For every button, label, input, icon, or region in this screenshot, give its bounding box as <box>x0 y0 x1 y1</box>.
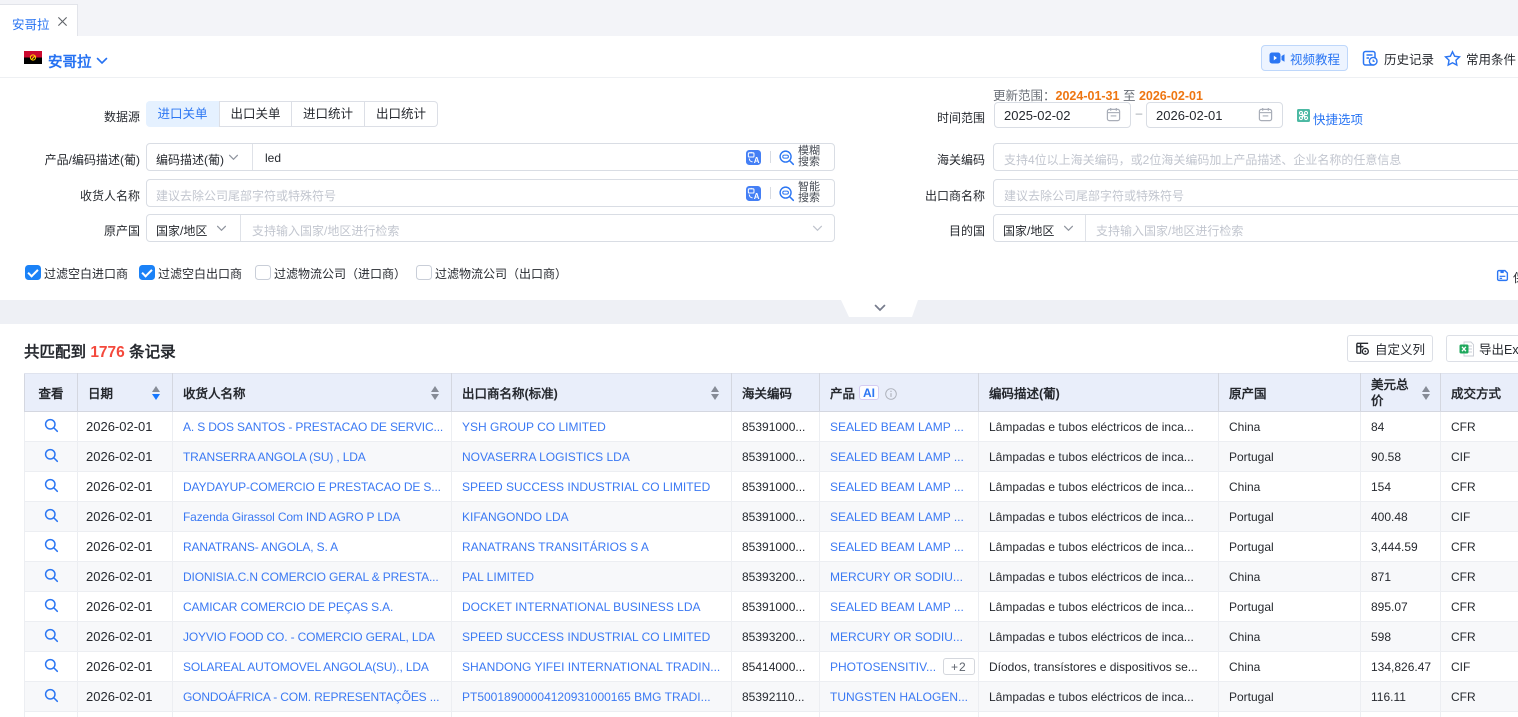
svg-text:A: A <box>754 192 760 201</box>
svg-text:A: A <box>754 156 760 165</box>
